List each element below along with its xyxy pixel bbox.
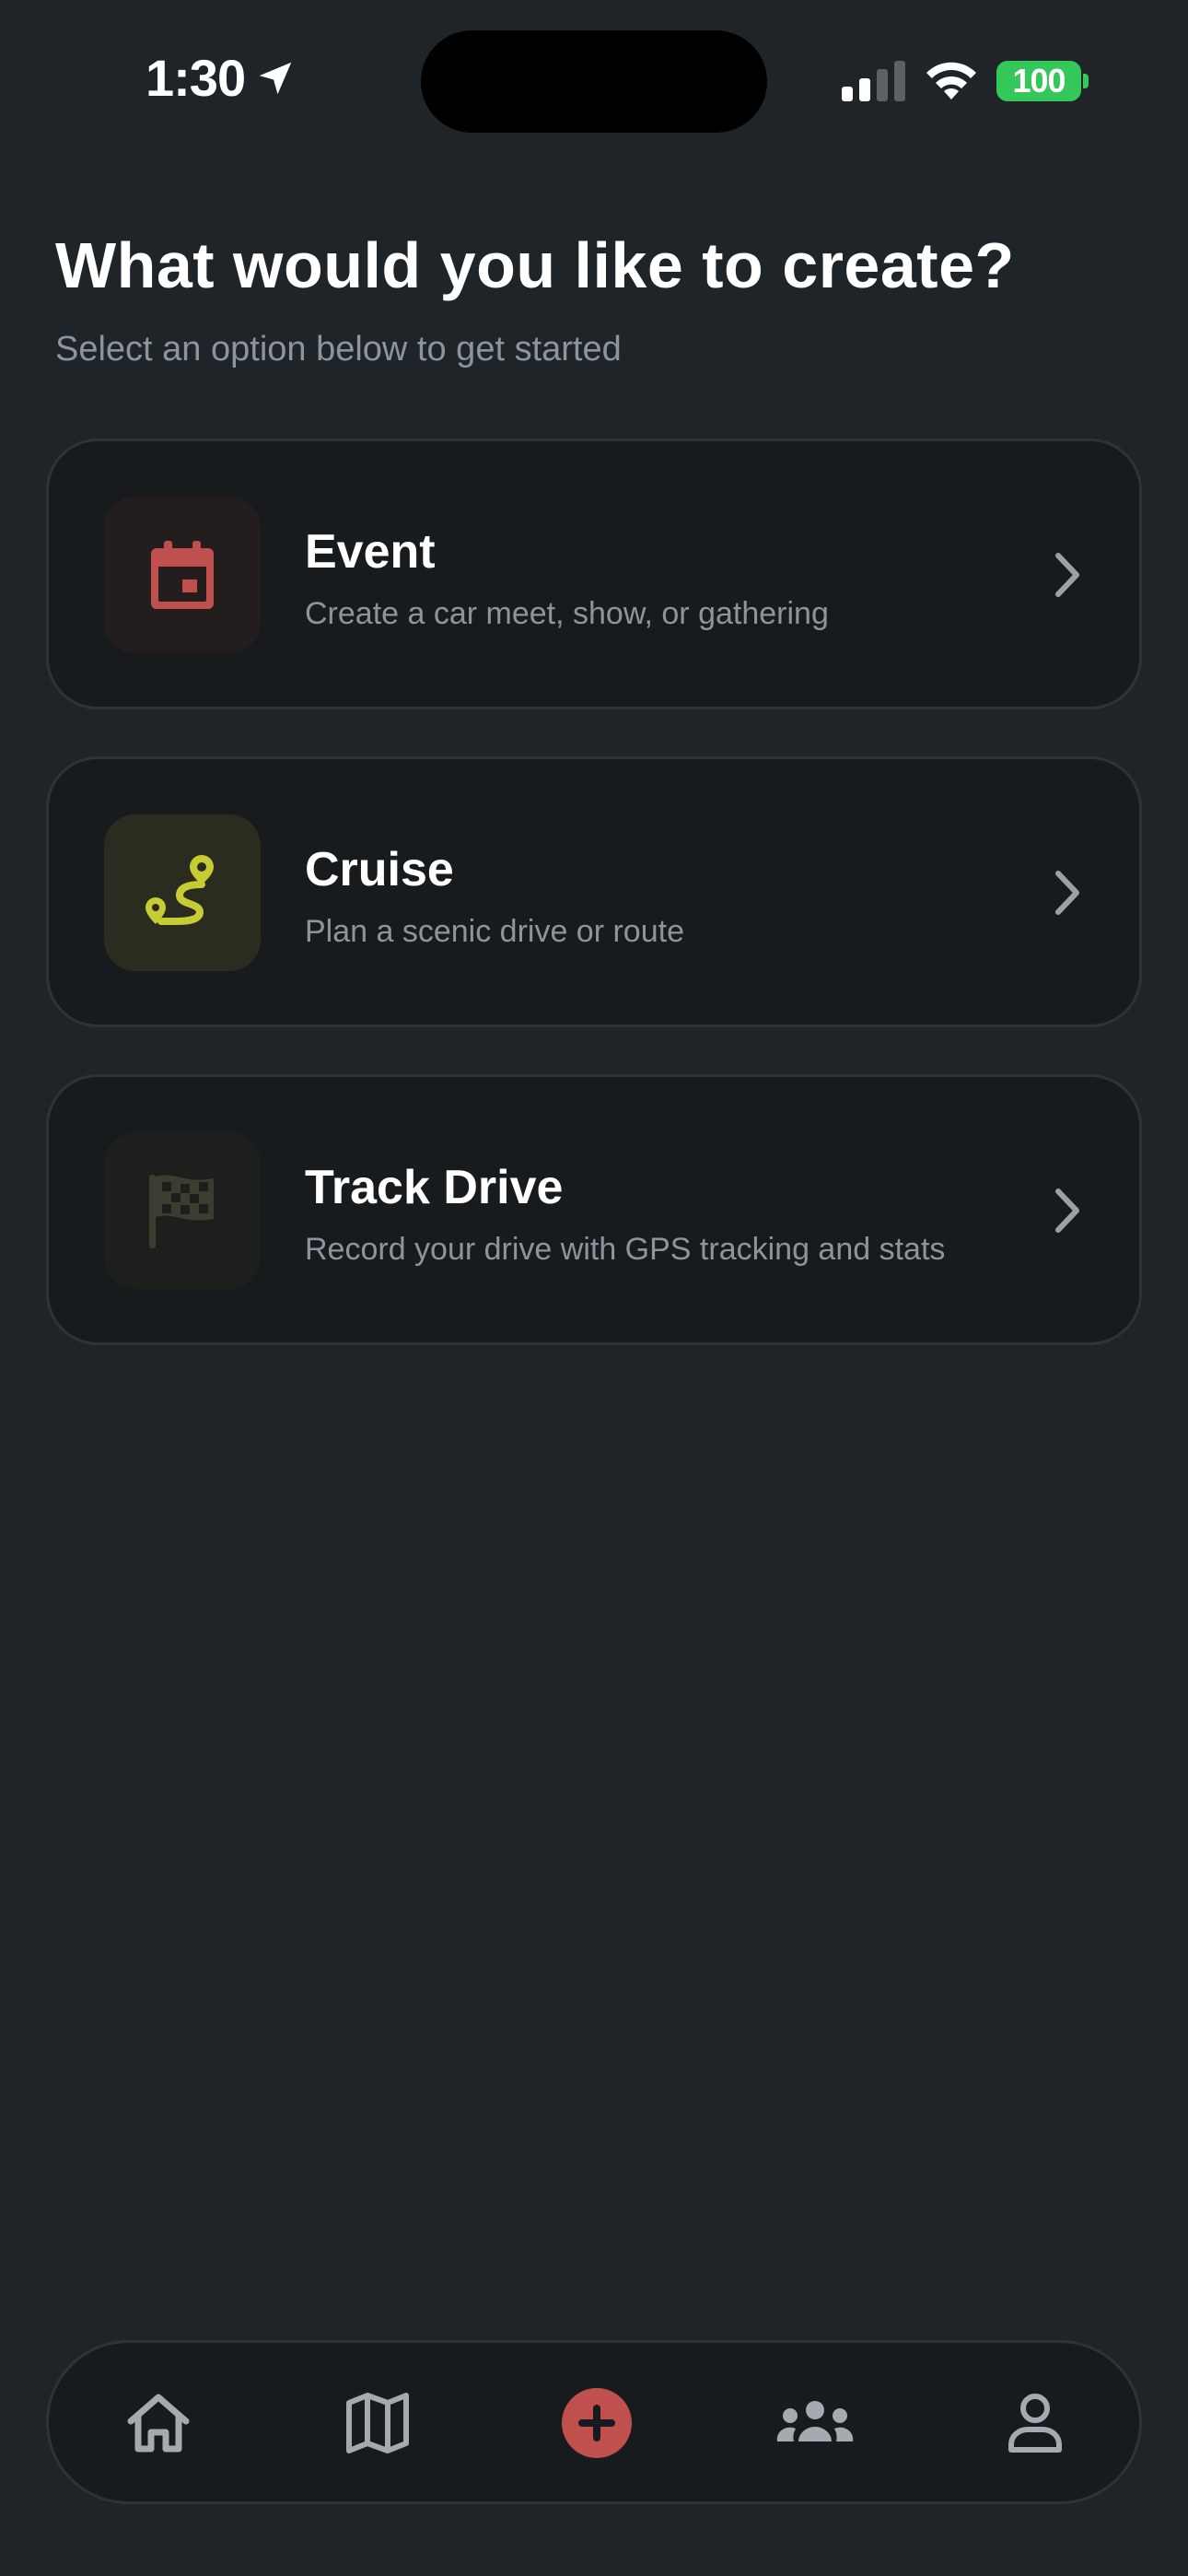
nav-profile[interactable] — [987, 2375, 1083, 2471]
option-description: Record your drive with GPS tracking and … — [305, 1232, 946, 1267]
option-card-cruise[interactable]: Cruise Plan a scenic drive or route — [46, 756, 1142, 1027]
page-subtitle: Select an option below to get started — [55, 330, 622, 369]
battery-nub — [1083, 74, 1089, 88]
status-bar: 1:30 100 — [0, 0, 1188, 138]
status-time: 1:30 — [146, 48, 297, 108]
option-title: Event — [305, 525, 436, 579]
battery-level: 100 — [1012, 62, 1066, 100]
home-icon — [127, 2394, 190, 2453]
chevron-right-icon — [1055, 553, 1079, 597]
cruise-icon-box — [104, 814, 261, 971]
profile-icon — [1008, 2394, 1062, 2453]
chevron-right-icon — [1055, 871, 1079, 915]
calendar-icon — [151, 541, 214, 609]
option-description: Create a car meet, show, or gathering — [305, 596, 829, 631]
option-description: Plan a scenic drive or route — [305, 914, 684, 949]
create-button — [562, 2388, 632, 2458]
bottom-nav — [46, 2340, 1142, 2504]
chevron-right-icon — [1055, 1188, 1079, 1233]
option-card-event[interactable]: Event Create a car meet, show, or gather… — [46, 439, 1142, 709]
option-card-track-drive[interactable]: Track Drive Record your drive with GPS t… — [46, 1074, 1142, 1345]
option-title: Cruise — [305, 843, 454, 896]
track-drive-icon-box — [104, 1132, 261, 1289]
battery-indicator: 100 — [996, 61, 1081, 101]
create-screen: 1:30 100 What would you like to create? … — [0, 0, 1188, 2576]
option-title: Track Drive — [305, 1161, 564, 1214]
dynamic-island — [421, 30, 767, 133]
plus-icon — [578, 2405, 615, 2441]
signal-icon — [842, 61, 905, 101]
nav-create[interactable] — [549, 2375, 645, 2471]
map-icon — [346, 2393, 409, 2453]
group-icon — [776, 2401, 854, 2441]
event-icon-box — [104, 497, 261, 653]
wifi-icon — [926, 62, 976, 100]
status-time-label: 1:30 — [146, 49, 246, 107]
nav-home[interactable] — [111, 2375, 206, 2471]
nav-community[interactable] — [767, 2375, 863, 2471]
route-icon — [146, 855, 214, 925]
page-title: What would you like to create? — [55, 229, 1015, 301]
location-arrow-icon — [259, 62, 292, 94]
checkered-flag-icon — [149, 1175, 214, 1248]
nav-map[interactable] — [330, 2375, 425, 2471]
